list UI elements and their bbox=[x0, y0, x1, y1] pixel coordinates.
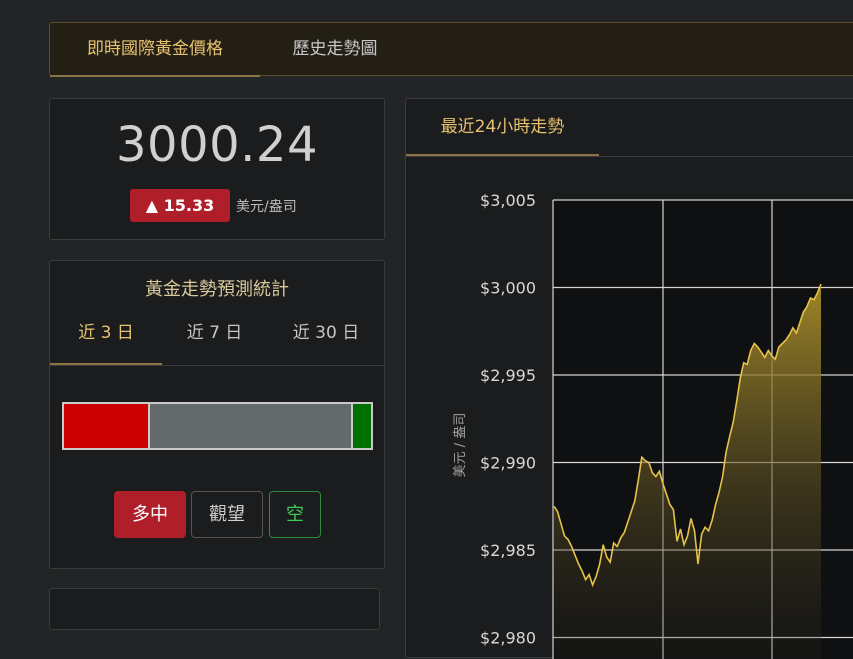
tab-history-chart[interactable]: 歷史走勢圖 bbox=[260, 23, 410, 76]
y-tick-label: $3,005 bbox=[480, 191, 536, 210]
empty-card bbox=[49, 588, 380, 630]
y-axis-label: 美元 / 盎司 bbox=[453, 413, 468, 478]
tab-3-days[interactable]: 近 3 日 bbox=[50, 309, 162, 365]
price-unit: 美元/盎司 bbox=[236, 199, 297, 215]
bull-segment bbox=[64, 404, 149, 448]
y-tick-label: $2,985 bbox=[480, 541, 536, 560]
current-price: 3000.24 bbox=[116, 117, 318, 173]
y-tick-label: $2,990 bbox=[480, 454, 536, 473]
tab-live-gold-price[interactable]: 即時國際黃金價格 bbox=[50, 23, 260, 77]
y-tick-label: $2,995 bbox=[480, 366, 536, 385]
top-nav: 即時國際黃金價格 歷史走勢圖 bbox=[49, 22, 853, 77]
chart-card: 最近24小時走勢 $3,005 $3,000 $2,995 $2,990 $2,985 $… bbox=[405, 98, 853, 659]
neutral-segment bbox=[148, 404, 353, 448]
bear-vote-button[interactable]: 空 bbox=[269, 491, 321, 538]
price-card: 3000.24 ▲ 15.33 美元/盎司 bbox=[49, 98, 385, 240]
bull-vote-button[interactable]: 多中 bbox=[114, 491, 186, 538]
price-change-badge: ▲ 15.33 bbox=[130, 189, 230, 222]
prediction-card: 黃金走勢預測統計 近 3 日 近 7 日 近 30 日 多中 觀望 空 bbox=[49, 260, 385, 569]
tab-30-days[interactable]: 近 30 日 bbox=[267, 309, 385, 365]
price-chart: $3,005 $3,000 $2,995 $2,990 $2,985 $2,980 美元 … bbox=[453, 191, 853, 659]
prediction-title: 黃金走勢預測統計 bbox=[145, 279, 289, 300]
prediction-ratio-bar bbox=[62, 402, 373, 450]
tab-7-days[interactable]: 近 7 日 bbox=[162, 309, 267, 365]
y-tick-label: $3,000 bbox=[480, 279, 536, 298]
bear-segment bbox=[352, 404, 371, 448]
watch-vote-button[interactable]: 觀望 bbox=[191, 491, 263, 538]
y-tick-label: $2,980 bbox=[480, 629, 536, 648]
tabs-divider bbox=[50, 365, 384, 366]
y-tick-labels: $3,005 $3,000 $2,995 $2,990 $2,985 $2,980 bbox=[480, 191, 536, 648]
